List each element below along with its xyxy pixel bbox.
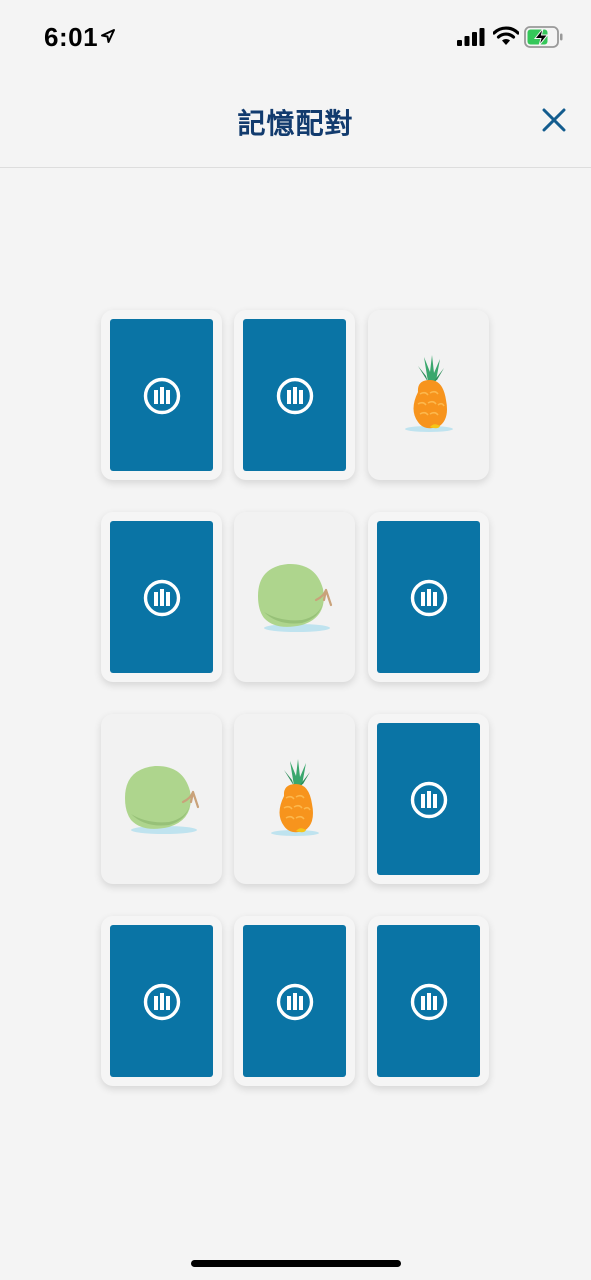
card-logo-icon: [410, 579, 448, 617]
pineapple-icon: [271, 759, 319, 836]
memory-card-7[interactable]: [101, 714, 222, 884]
wifi-icon: [493, 26, 519, 45]
memory-card-12[interactable]: [368, 916, 489, 1086]
memory-card-1[interactable]: [101, 310, 222, 480]
status-time: 6:01: [44, 22, 99, 52]
memory-card-9[interactable]: [368, 714, 489, 884]
card-back: [243, 319, 346, 471]
card-logo-icon: [276, 377, 314, 415]
memory-card-2[interactable]: [234, 310, 355, 480]
location-arrow-icon: [101, 29, 115, 43]
card-back: [377, 521, 480, 673]
coconut-icon: [125, 765, 200, 834]
card-back: [377, 925, 480, 1077]
pineapple-icon: [405, 355, 453, 432]
status-bar: 6:01: [0, 0, 591, 76]
card-back: [110, 925, 213, 1077]
card-back: [110, 521, 213, 673]
memory-card-3[interactable]: [368, 310, 489, 480]
memory-card-6[interactable]: [368, 512, 489, 682]
coconut-icon: [258, 563, 333, 632]
memory-card-8[interactable]: [234, 714, 355, 884]
memory-card-4[interactable]: [101, 512, 222, 682]
nav-header: 記憶配對: [0, 76, 591, 168]
close-icon[interactable]: [538, 104, 570, 136]
card-logo-icon: [143, 983, 181, 1021]
page-title: 記憶配對: [237, 107, 354, 140]
memory-card-10[interactable]: [101, 916, 222, 1086]
card-logo-icon: [410, 781, 448, 819]
card-logo-icon: [143, 377, 181, 415]
card-logo-icon: [143, 579, 181, 617]
home-indicator[interactable]: [191, 1260, 401, 1267]
card-back: [110, 319, 213, 471]
memory-card-5[interactable]: [234, 512, 355, 682]
card-logo-icon: [276, 983, 314, 1021]
card-logo-icon: [410, 983, 448, 1021]
cellular-signal-icon: [457, 28, 485, 46]
card-back: [243, 925, 346, 1077]
memory-card-11[interactable]: [234, 916, 355, 1086]
battery-charging-icon: [524, 26, 563, 48]
card-back: [377, 723, 480, 875]
